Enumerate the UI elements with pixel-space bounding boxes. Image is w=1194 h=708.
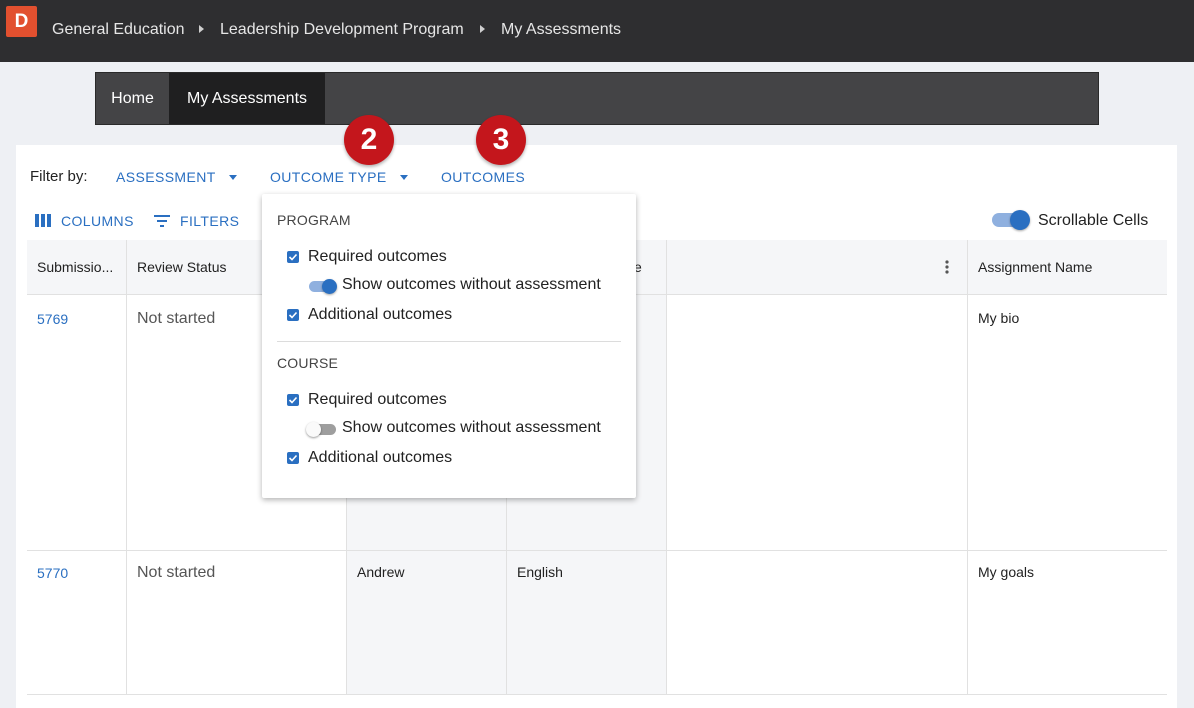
scrollable-cells-label: Scrollable Cells <box>1038 212 1149 229</box>
assignment-name-cell: My bio <box>978 310 1020 326</box>
column-menu-icon[interactable] <box>945 260 949 279</box>
course-additional-outcomes-label[interactable]: Additional outcomes <box>308 449 452 467</box>
breadcrumb-general-education[interactable]: General Education <box>52 21 185 39</box>
submission-id-link[interactable]: 5770 <box>37 565 68 581</box>
chevron-right-icon <box>480 25 485 33</box>
breadcrumb-program[interactable]: Leadership Development Program <box>220 21 464 39</box>
column-header-assignment-name[interactable]: Assignment Name <box>978 259 1092 275</box>
checkbox-checked-icon[interactable] <box>287 251 299 263</box>
submission-id-link[interactable]: 5769 <box>37 311 68 327</box>
column-header-review-status[interactable]: Review Status <box>137 259 226 275</box>
name-cell: Andrew <box>357 564 405 580</box>
course-required-outcomes-label[interactable]: Required outcomes <box>308 391 447 409</box>
assignment-name-cell: My goals <box>978 564 1035 580</box>
program-additional-outcomes-label[interactable]: Additional outcomes <box>308 306 452 324</box>
review-status-cell: Not started <box>137 564 216 581</box>
review-status-cell: Not started <box>137 310 216 327</box>
nav-home[interactable]: Home <box>96 73 169 124</box>
program-section-title: PROGRAM <box>277 212 351 228</box>
course-section-title: COURSE <box>277 355 339 371</box>
column-header-submission[interactable]: Submissio... <box>37 259 113 275</box>
filter-list-icon[interactable] <box>154 214 170 232</box>
chevron-right-icon <box>199 25 204 33</box>
callout-badge-3: 3 <box>476 115 526 165</box>
main-nav: Home My Assessments <box>95 72 1099 125</box>
columns-icon[interactable] <box>35 214 51 232</box>
app-logo[interactable]: D <box>6 6 37 37</box>
checkbox-checked-icon[interactable] <box>287 394 299 406</box>
subject-cell: English <box>517 564 563 580</box>
breadcrumb-my-assessments[interactable]: My Assessments <box>501 21 621 39</box>
columns-button[interactable]: COLUMNS <box>61 213 134 229</box>
checkbox-checked-icon[interactable] <box>287 452 299 464</box>
program-show-without-assessment-label[interactable]: Show outcomes without assessment <box>342 276 601 294</box>
caret-down-icon[interactable] <box>400 175 408 180</box>
outcome-type-filter-button[interactable]: OUTCOME TYPE <box>270 169 387 185</box>
filter-label: Filter by: <box>30 168 88 185</box>
callout-badge-2: 2 <box>344 115 394 165</box>
dropdown-divider <box>277 341 621 342</box>
nav-my-assessments[interactable]: My Assessments <box>169 73 325 124</box>
outcomes-filter-button[interactable]: OUTCOMES <box>441 169 525 185</box>
top-bar: D General Education Leadership Developme… <box>0 0 1194 62</box>
caret-down-icon[interactable] <box>229 175 237 180</box>
assessment-filter-button[interactable]: ASSESSMENT <box>116 169 216 185</box>
filters-button[interactable]: FILTERS <box>180 213 239 229</box>
checkbox-checked-icon[interactable] <box>287 309 299 321</box>
program-required-outcomes-label[interactable]: Required outcomes <box>308 248 447 266</box>
course-show-without-assessment-label[interactable]: Show outcomes without assessment <box>342 419 601 437</box>
